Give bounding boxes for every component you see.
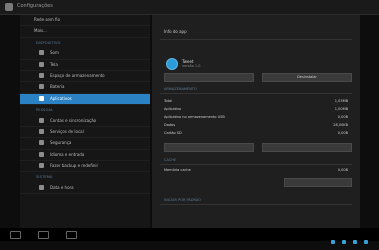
system-nav-bar [0,228,379,244]
sidebar-item[interactable]: Som [20,48,150,60]
sidebar-item-icon [39,140,44,146]
launch-default-header: INICIAR POR PADRÃO [164,198,201,202]
sidebar-item-icon [39,95,44,101]
storage-value: 0,00B [337,115,348,119]
sidebar-item[interactable]: Segurança [20,138,150,150]
status-area[interactable] [329,231,375,244]
divider [160,39,352,40]
storage-label: Aplicativo [164,107,182,111]
sidebar-item[interactable]: Idioma e entrada [20,150,150,162]
storage-row: Total 1,03MB [164,99,348,105]
sidebar-item[interactable]: Serviços de local [20,127,150,139]
uninstall-button[interactable]: Desinstalar [262,73,352,82]
sidebar-item-label: Tela [50,61,58,67]
storage-label: Total [164,99,173,103]
sidebar-item-label: Bateria [50,84,65,90]
app-version: versão 1.0 [182,64,201,68]
sidebar-item-icon [39,50,44,56]
settings-sidebar: Rede sem fio Mais... DISPOSITIVO Som Tela Esp… [20,15,150,228]
storage-row: Dados 28,00KB [164,123,348,129]
sidebar-section-header: DISPOSITIVO [20,38,150,48]
app-icon [166,58,178,70]
sidebar-item-label: Rede sem fio [34,17,61,22]
home-icon[interactable] [38,231,49,239]
sidebar-item-icon [39,84,44,90]
sidebar-item-icon [39,151,44,157]
sidebar-item[interactable]: Aplicativos [20,93,150,106]
sidebar-item[interactable]: Mais... [20,26,150,38]
cache-value: 0,00B [337,168,348,172]
storage-row: Cartão SD 0,00B [164,131,348,137]
sidebar-item[interactable]: Tela [20,60,150,71]
storage-header: ARMAZENAMENTO [164,87,197,91]
sidebar-item[interactable]: Fazer backup e redefinir [20,161,150,173]
sidebar-item-label: Som [50,50,59,56]
sidebar-item-label: Aplicativos [50,95,72,101]
cache-header: CACHE [164,158,177,162]
cache-row: Memória cache 0,00B [164,168,348,174]
notification-icon [330,239,335,244]
divider [160,93,352,94]
sidebar-item[interactable]: Rede sem fio [20,15,150,27]
sidebar-item-label: PESSOAL [36,108,54,113]
app-info-panel: Info do app Tweet versão 1.0 Desinstalar… [152,15,360,228]
window-title: Configurações [17,3,53,9]
sidebar-item-icon [39,163,44,169]
wifi-icon [352,239,357,244]
sidebar-item-label: Fazer backup e redefinir [50,163,99,169]
storage-value: 0,00B [337,131,348,135]
sidebar-item-label: Serviços de local [50,128,84,134]
sidebar-item[interactable]: Data e hora [20,183,150,195]
sidebar-item-label: Idioma e entrada [50,151,85,157]
move-to-sd-button[interactable] [164,143,254,152]
settings-app-icon [5,3,13,11]
force-stop-button[interactable] [164,73,254,82]
sidebar-item-icon [39,61,44,67]
cache-label: Memória cache [164,168,191,172]
divider [160,204,352,205]
sidebar-item-label: Segurança [50,140,72,146]
sidebar-section-header: PESSOAL [20,105,150,115]
page-title: Info do app [164,29,187,34]
sidebar-section-header: SISTEMA [20,172,150,182]
storage-label: Aplicativo no armazenamento USB [164,115,225,119]
sidebar-item-label: Contas e sincronização [50,117,97,123]
sidebar-item[interactable]: Espaço de armazenamento [20,71,150,83]
sidebar-item[interactable]: Contas e sincronização [20,116,150,127]
sidebar-item-label: Mais... [34,28,47,34]
sidebar-item-icon [39,184,44,190]
storage-label: Cartão SD [164,131,182,135]
sidebar-item-label: SISTEMA [36,175,53,180]
title-bar: Configurações [0,0,379,15]
storage-value: 1,00MB [334,107,348,111]
recent-apps-icon[interactable] [66,231,77,239]
clear-data-button[interactable] [262,143,352,152]
storage-row: Aplicativo 1,00MB [164,107,348,113]
storage-value: 28,00KB [333,123,348,127]
sidebar-item[interactable]: Bateria [20,82,150,94]
storage-value: 1,03MB [334,99,348,103]
battery-icon [363,239,368,244]
storage-label: Dados [164,123,176,127]
sidebar-item-label: DISPOSITIVO [36,40,61,45]
sidebar-item-label: Espaço de armazenamento [50,72,105,78]
back-icon[interactable] [10,231,21,239]
sidebar-item-label: Data e hora [50,184,74,190]
sidebar-item-icon [39,117,44,123]
clear-cache-button[interactable] [284,178,352,187]
sidebar-item-icon [39,128,44,134]
sidebar-item-icon [39,72,44,78]
usb-icon [341,239,346,244]
divider [160,164,352,165]
storage-row: Aplicativo no armazenamento USB 0,00B [164,115,348,121]
